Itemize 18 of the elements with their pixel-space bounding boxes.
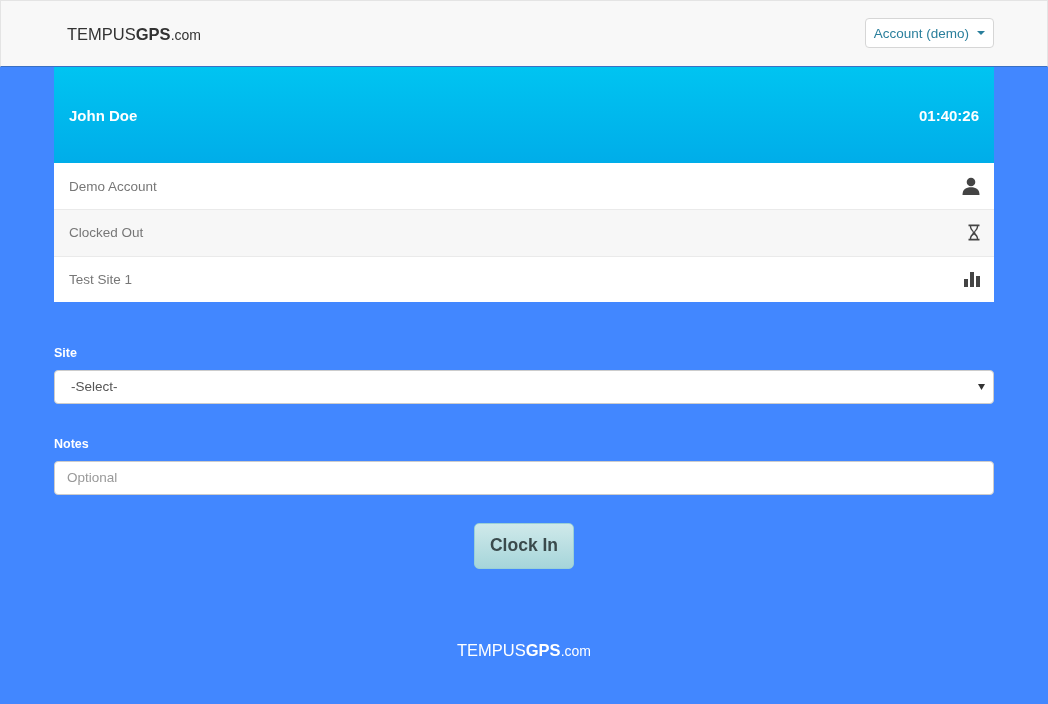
status-text: Clocked Out: [69, 225, 144, 241]
status-text: Test Site 1: [69, 271, 133, 287]
dropdown-arrow-icon: [978, 383, 985, 390]
site-label: Site: [54, 345, 77, 360]
bar-chart-icon: [964, 271, 980, 287]
caret-icon: [977, 31, 985, 35]
status-text: Demo Account: [69, 178, 157, 194]
hourglass-icon: [968, 224, 980, 242]
brand-logo[interactable]: TEMPUSGPS.com: [67, 24, 201, 44]
clock-time: 01:40:26: [918, 106, 979, 124]
user-name: John Doe: [69, 106, 138, 124]
clock-in-button[interactable]: Clock In: [474, 522, 574, 569]
footer-logo: TEMPUSGPS.com: [457, 640, 591, 660]
person-icon: [962, 177, 980, 196]
account-dropdown[interactable]: Account (demo): [864, 18, 994, 48]
notes-label: Notes: [54, 436, 89, 451]
notes-input[interactable]: Optional: [54, 460, 994, 495]
site-select[interactable]: -Select-: [54, 369, 994, 404]
